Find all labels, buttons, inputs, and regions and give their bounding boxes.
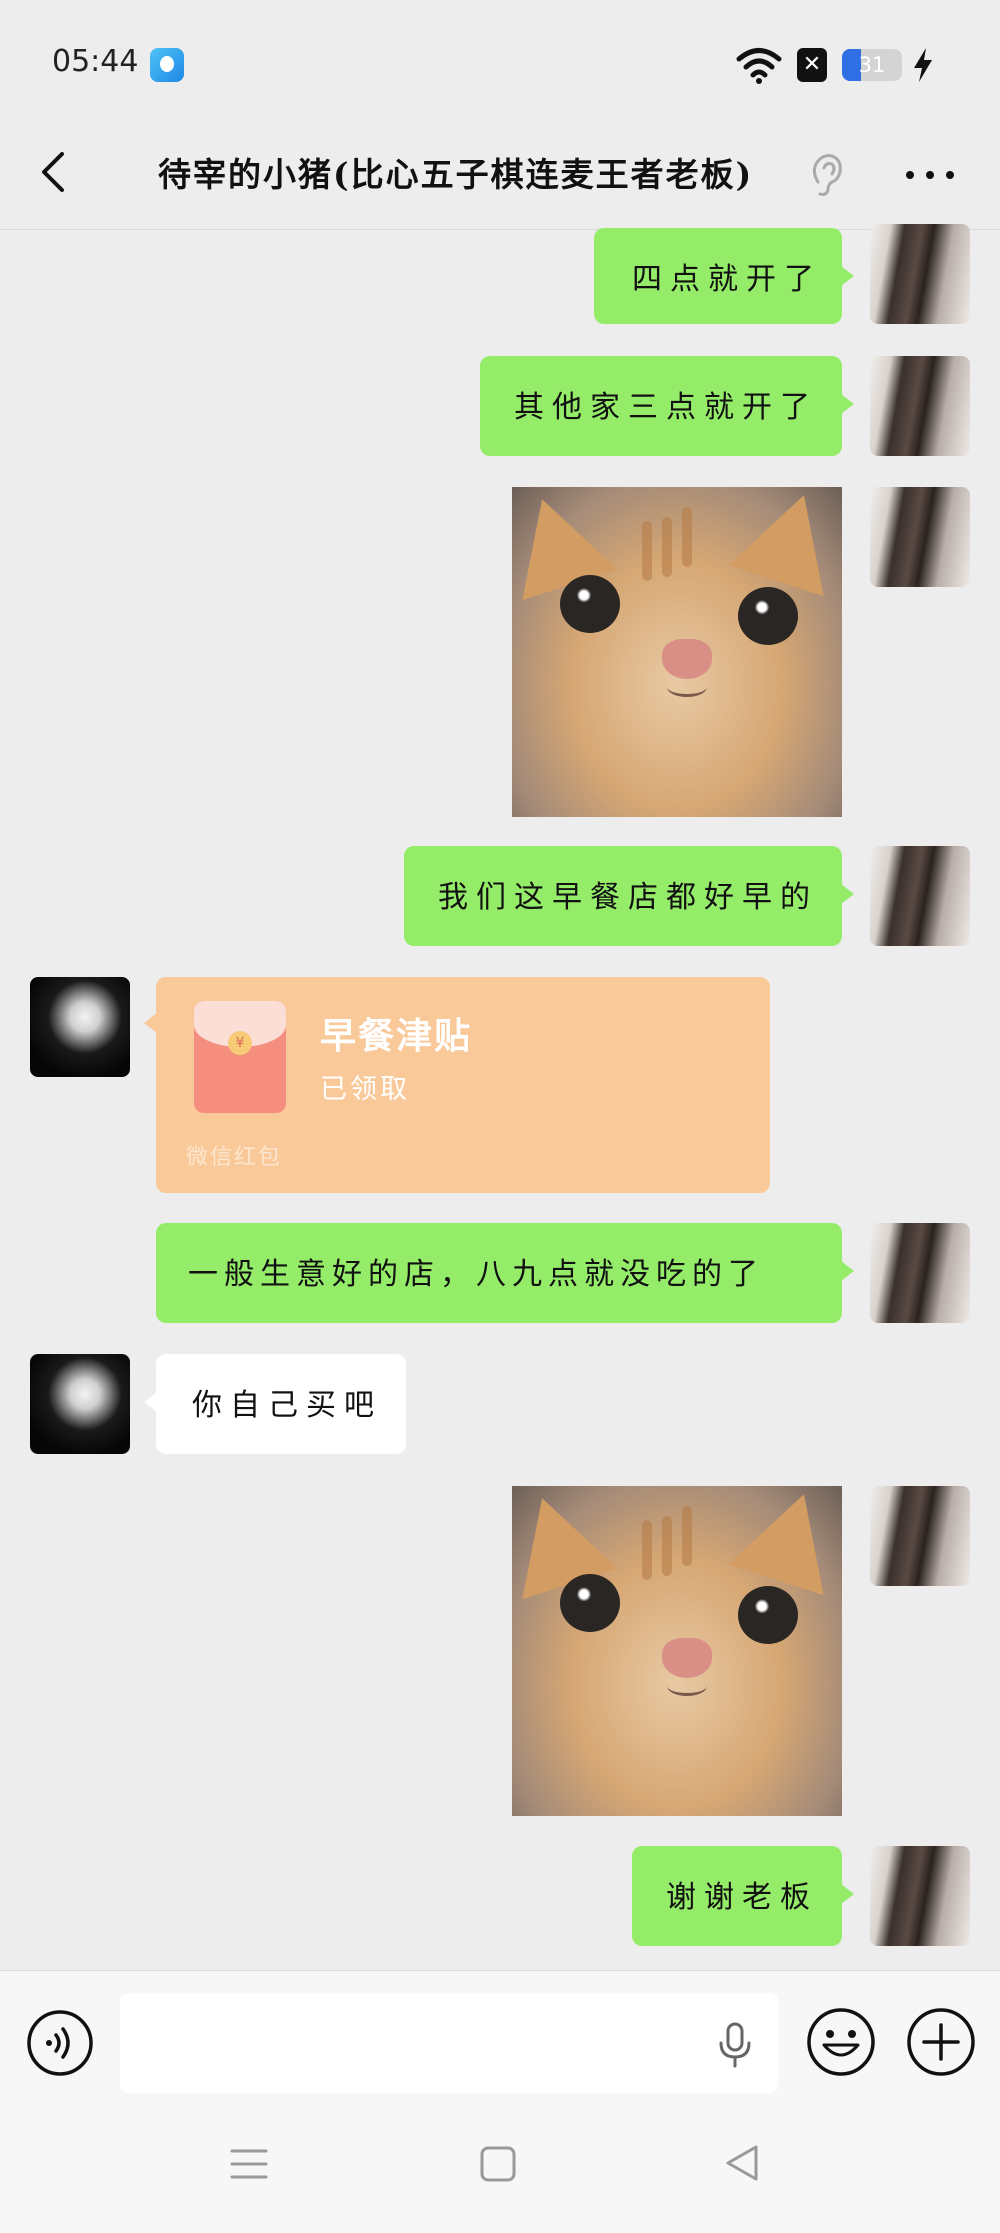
menu-icon[interactable] — [228, 2143, 270, 2185]
chat-header: 待宰的小猪(比心五子棋连麦王者老板) — [0, 120, 1000, 230]
red-packet-title: 早餐津贴 — [320, 1015, 473, 1057]
message-text: 谢谢老板 — [666, 1880, 818, 1915]
mic-icon[interactable] — [716, 2021, 754, 2069]
message-bubble[interactable]: 四点就开了 — [594, 228, 854, 324]
status-time: 05:44 — [52, 44, 139, 79]
message-bubble[interactable]: 一般生意好的店，八九点就没吃的了 — [156, 1223, 854, 1323]
message-text: 其他家三点就开了 — [514, 390, 818, 425]
self-avatar[interactable] — [870, 1486, 970, 1586]
status-bar: 05:44 ✕ 31 — [0, 0, 1000, 120]
message-text: 你自己买吧 — [192, 1388, 382, 1423]
message-bubble[interactable]: 其他家三点就开了 — [480, 356, 854, 456]
ear-icon[interactable] — [806, 150, 846, 200]
friend-avatar[interactable] — [30, 977, 130, 1077]
red-packet-icon: ¥ — [194, 1001, 286, 1113]
message-text: 我们这早餐店都好早的 — [438, 880, 818, 915]
cat-face-sticker[interactable] — [512, 1486, 842, 1816]
charging-icon — [914, 48, 932, 82]
red-packet-card[interactable]: ¥ 早餐津贴 已领取 微信红包 — [144, 977, 770, 1193]
message-input[interactable] — [120, 1993, 778, 2093]
friend-avatar[interactable] — [30, 1354, 130, 1454]
wifi-icon — [736, 48, 782, 84]
self-avatar[interactable] — [870, 487, 970, 587]
input-bar — [0, 1970, 1000, 2105]
plus-icon[interactable] — [906, 2007, 976, 2077]
message-bubble[interactable]: 谢谢老板 — [632, 1846, 854, 1946]
emoji-icon[interactable] — [806, 2007, 876, 2077]
message-bubble[interactable]: 你自己买吧 — [144, 1354, 406, 1454]
self-avatar[interactable] — [870, 846, 970, 946]
system-nav-bar — [0, 2105, 1000, 2233]
message-text: 一般生意好的店，八九点就没吃的了 — [188, 1257, 764, 1292]
battery-level: 31 — [858, 53, 886, 77]
message-bubble[interactable]: 我们这早餐店都好早的 — [404, 846, 854, 946]
voice-icon[interactable] — [26, 2009, 94, 2077]
self-avatar[interactable] — [870, 1223, 970, 1323]
self-avatar[interactable] — [870, 224, 970, 324]
self-avatar[interactable] — [870, 356, 970, 456]
cat-face-sticker[interactable] — [512, 487, 842, 817]
no-sim-icon: ✕ — [797, 48, 827, 82]
more-icon[interactable] — [900, 160, 960, 190]
app-notification-icon — [150, 48, 184, 82]
red-packet-status: 已领取 — [320, 1074, 410, 1105]
battery-icon: 31 — [842, 49, 902, 81]
home-icon[interactable] — [478, 2143, 518, 2185]
self-avatar[interactable] — [870, 1846, 970, 1946]
red-packet-footer: 微信红包 — [186, 1145, 283, 1170]
message-text: 四点就开了 — [632, 262, 822, 297]
chat-title: 待宰的小猪(比心五子棋连麦王者老板) — [158, 155, 754, 194]
back-icon[interactable] — [30, 142, 80, 202]
back-triangle-icon[interactable] — [722, 2141, 762, 2185]
